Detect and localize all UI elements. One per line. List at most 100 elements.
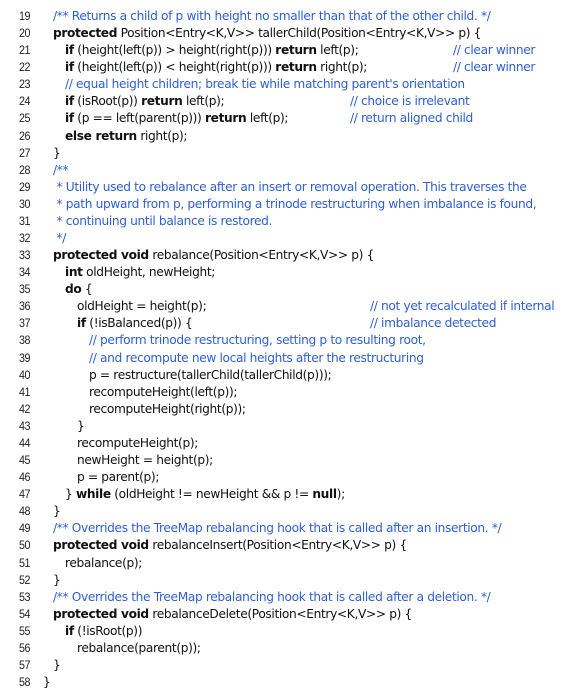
- code-token: (!isBalanced(p)) {: [85, 316, 193, 331]
- inline-comment: // return aligned child: [350, 111, 473, 126]
- line-number: 24: [18, 94, 30, 109]
- keyword: do: [65, 282, 82, 297]
- line-number: 27: [18, 145, 30, 160]
- code-text: else return right(p);: [65, 128, 188, 145]
- code-token: }: [77, 418, 85, 433]
- code-line: 36 oldHeight = height(p); // not yet recal…: [0, 298, 562, 315]
- line-number: 30: [18, 196, 30, 211]
- code-text: * Utility used to rebalance after an ins…: [53, 179, 527, 196]
- comment: /** Returns a child of p with height no …: [53, 9, 491, 23]
- keyword: protected void: [53, 606, 149, 621]
- comment: */: [53, 231, 67, 246]
- code-text: // and recompute new local heights after…: [89, 350, 424, 367]
- code-text: }: [53, 503, 61, 520]
- code-token: p = restructure(tallerChild(tallerChild(…: [89, 367, 332, 382]
- code-line: 31 * continuing until balance is restore…: [0, 213, 562, 230]
- inline-comment: // clear winner: [453, 43, 536, 58]
- code-text: // perform trinode restructuring, settin…: [89, 332, 426, 349]
- code-line: 53 /** Overrides the TreeMap rebalancing …: [0, 589, 562, 606]
- line-number: 29: [18, 179, 30, 194]
- code-text: /** Overrides the TreeMap rebalancing ho…: [53, 520, 502, 537]
- code-token: {: [81, 282, 93, 297]
- code-line: 34 int oldHeight, newHeight;: [0, 264, 562, 281]
- code-line: 57}: [0, 657, 562, 674]
- line-number: 40: [18, 367, 30, 382]
- line-number: 56: [18, 640, 30, 655]
- code-token: (height(left(p)) < height(right(p))): [73, 60, 276, 75]
- line-number: 58: [18, 675, 30, 690]
- code-text: if (isRoot(p)) return left(p);: [65, 93, 225, 110]
- code-line: 30 * path upward from p, performing a tr…: [0, 196, 562, 213]
- line-number: 33: [18, 248, 30, 263]
- code-line: 52}: [0, 572, 562, 589]
- inline-comment: // clear winner: [453, 60, 536, 75]
- comment: // and recompute new local heights after…: [89, 350, 424, 365]
- line-number: 34: [18, 265, 30, 280]
- code-line: 48}: [0, 503, 562, 520]
- line-number: 52: [18, 572, 30, 587]
- code-line: 20 protected Position<Entry<K,V>> tallerC…: [0, 25, 562, 42]
- code-token: right(p);: [316, 60, 368, 75]
- comment: * continuing until balance is restored.: [53, 213, 273, 228]
- code-token: left(p);: [182, 94, 225, 109]
- code-token: );: [336, 487, 346, 502]
- code-token: }: [43, 675, 51, 690]
- line-number: 31: [18, 213, 30, 228]
- code-text: p = restructure(tallerChild(tallerChild(…: [89, 367, 332, 384]
- code-text: rebalance(p);: [65, 555, 142, 572]
- code-line: 41 recomputeHeight(left(p));: [0, 384, 562, 401]
- code-line: 29 * Utility used to rebalance after an …: [0, 179, 562, 196]
- code-token: left(p);: [246, 111, 289, 126]
- code-token: }: [53, 145, 61, 160]
- code-token: recomputeHeight(left(p));: [89, 384, 238, 399]
- code-text: recomputeHeight(p);: [77, 435, 198, 452]
- code-text: }: [53, 572, 61, 589]
- code-line: 50 protected void rebalanceInsert(Positio…: [0, 537, 562, 554]
- keyword: int: [65, 265, 83, 280]
- keyword: while: [75, 487, 111, 502]
- line-number: 35: [18, 282, 30, 297]
- comment: /** Overrides the TreeMap rebalancing ho…: [53, 589, 491, 604]
- code-token: }: [53, 657, 61, 672]
- code-token: recomputeHeight(right(p));: [89, 401, 246, 416]
- code-token: (!isRoot(p)): [73, 623, 143, 638]
- code-text: * continuing until balance is restored.: [53, 213, 273, 230]
- keyword: if: [65, 111, 74, 126]
- line-number: 23: [18, 77, 30, 92]
- code-line: 42 recomputeHeight(right(p));: [0, 401, 562, 418]
- code-text: * path upward from p, performing a trino…: [53, 196, 537, 213]
- code-line: 40 p = restructure(tallerChild(tallerChil…: [0, 367, 562, 384]
- code-token: rebalance(Position<Entry<K,V>> p) {: [148, 248, 374, 263]
- code-line: 21 if (height(left(p)) > height(right(p))…: [0, 42, 562, 59]
- comment: /** Overrides the TreeMap rebalancing ho…: [53, 521, 502, 536]
- code-text: oldHeight = height(p);: [77, 298, 207, 315]
- line-number: 45: [18, 453, 30, 468]
- code-text: rebalance(parent(p));: [77, 640, 201, 657]
- code-line: 28 /**: [0, 162, 562, 179]
- code-text: // equal height children; break tie whil…: [65, 76, 465, 93]
- code-token: Position<Entry<K,V>> tallerChild(Positio…: [117, 26, 482, 41]
- keyword: if: [65, 94, 74, 109]
- line-number: 49: [18, 521, 30, 536]
- code-line: 49 /** Overrides the TreeMap rebalancing …: [0, 520, 562, 537]
- code-line: 39 // and recompute new local heights aft…: [0, 350, 562, 367]
- keyword: if: [65, 623, 74, 638]
- code-line: 47} while (oldHeight != newHeight && p !…: [0, 486, 562, 503]
- code-line: 26 else return right(p);: [0, 128, 562, 145]
- code-token: }: [53, 572, 61, 587]
- code-line: 46 p = parent(p);: [0, 469, 562, 486]
- code-line: 32 */: [0, 230, 562, 247]
- code-token: left(p);: [316, 43, 359, 58]
- code-line: 54 protected void rebalanceDelete(Positio…: [0, 606, 562, 623]
- keyword: if: [77, 316, 86, 331]
- code-line: 19 /** Returns a child of p with height n…: [0, 8, 562, 25]
- code-token: p = parent(p);: [77, 470, 160, 485]
- code-line: 35 do {: [0, 281, 562, 298]
- keyword: return: [141, 94, 183, 109]
- code-text: } while (oldHeight != newHeight && p != …: [65, 486, 345, 503]
- keyword: return: [275, 60, 317, 75]
- code-token: right(p);: [136, 128, 188, 143]
- code-text: if (!isBalanced(p)) {: [77, 315, 193, 332]
- line-number: 50: [18, 538, 30, 553]
- keyword: protected void: [53, 538, 149, 553]
